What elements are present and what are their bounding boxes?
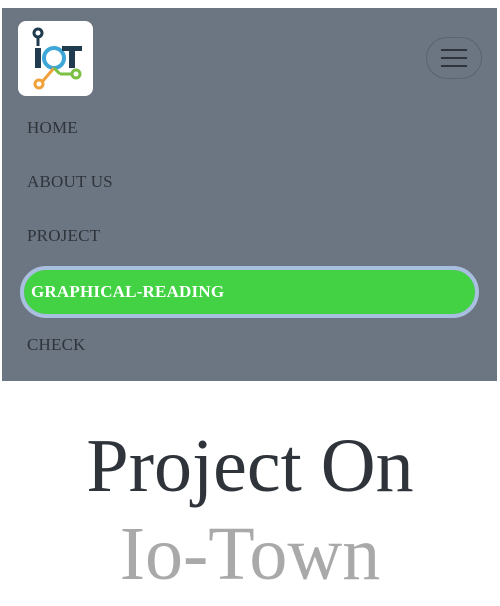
nav-item-check[interactable]: CHECK	[27, 335, 86, 355]
hamburger-icon	[441, 49, 467, 67]
nav-toggle-button[interactable]	[426, 37, 482, 79]
hero-title: Project On	[86, 424, 414, 508]
nav-item-about-us[interactable]: ABOUT US	[27, 172, 113, 192]
nav-item-home[interactable]: HOME	[27, 118, 78, 138]
hero-subtitle: Io-Town	[119, 512, 381, 596]
iot-logo[interactable]	[18, 21, 93, 96]
nav-item-label: GRAPHICAL-READING	[31, 282, 225, 301]
nav-item-graphical-reading[interactable]: GRAPHICAL-READING	[20, 266, 479, 318]
iot-logo-icon	[32, 27, 82, 89]
nav-item-project[interactable]: PROJECT	[27, 226, 100, 246]
navbar: HOME ABOUT US PROJECT GRAPHICAL-READING …	[2, 8, 497, 381]
